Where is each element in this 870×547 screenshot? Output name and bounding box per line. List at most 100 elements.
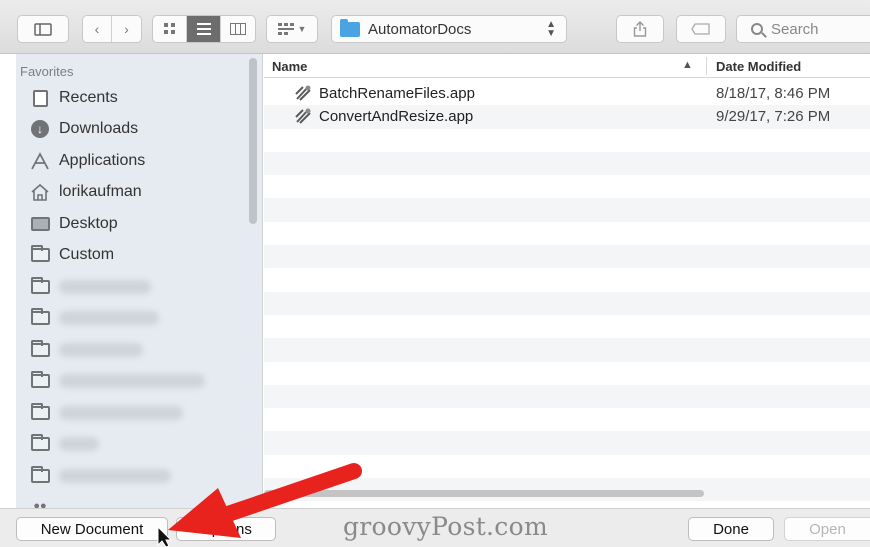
- arrange-icon: [277, 23, 294, 35]
- empty-row: [264, 245, 870, 269]
- file-name: BatchRenameFiles.app: [319, 85, 475, 102]
- empty-row: [264, 338, 870, 362]
- network-icon: ●●: [33, 500, 47, 508]
- folder-icon: [30, 277, 50, 296]
- tag-button[interactable]: [676, 15, 726, 43]
- redacted-label: [59, 343, 143, 357]
- automator-app-icon: [294, 107, 314, 125]
- sidebar-icon: [34, 22, 52, 36]
- chevron-right-icon: ›: [124, 21, 129, 37]
- list-header: Name ▲ Date Modified: [264, 54, 870, 78]
- automator-app-icon: [294, 84, 314, 102]
- empty-row: [264, 501, 870, 508]
- column-divider[interactable]: [706, 57, 707, 75]
- empty-row: [264, 455, 870, 478]
- sidebar-item-label: lorikaufman: [59, 183, 142, 200]
- list-view-button[interactable]: [187, 16, 221, 42]
- sidebar: Favorites Recents ↓ Downloads Applicatio…: [16, 54, 263, 508]
- sidebar-item-label: Downloads: [59, 120, 139, 137]
- file-date: 8/18/17, 8:46 PM: [716, 85, 831, 102]
- sidebar-item-label: Applications: [59, 152, 146, 169]
- file-rows: BatchRenameFiles.app 8/18/17, 8:46 PM Co…: [264, 82, 870, 508]
- folder-icon: [30, 371, 50, 390]
- back-button[interactable]: ‹: [83, 16, 113, 42]
- sidebar-item-applications[interactable]: Applications: [30, 149, 145, 173]
- empty-row: [264, 408, 870, 431]
- watermark: groovyPost.com: [343, 512, 548, 541]
- folder-icon: [340, 18, 360, 37]
- table-row[interactable]: BatchRenameFiles.app 8/18/17, 8:46 PM: [264, 82, 870, 105]
- sidebar-item-redacted[interactable]: [30, 369, 205, 393]
- applications-icon: [30, 152, 50, 170]
- sidebar-item-custom[interactable]: Custom: [30, 243, 114, 267]
- open-button[interactable]: Open: [784, 517, 870, 541]
- arrange-button[interactable]: ▼: [266, 15, 318, 43]
- file-date: 9/29/17, 7:26 PM: [716, 108, 831, 126]
- empty-row: [264, 362, 870, 385]
- share-icon: [633, 21, 647, 37]
- sidebar-item-home[interactable]: lorikaufman: [30, 180, 142, 204]
- horizontal-scrollbar[interactable]: [264, 490, 704, 497]
- sidebar-item-partial[interactable]: ●●: [30, 494, 59, 508]
- icon-view-button[interactable]: [153, 16, 187, 42]
- icon-view-icon: [163, 23, 175, 34]
- bottom-bar: New Document Options groovyPost.com Done…: [0, 508, 870, 547]
- sort-ascending-icon[interactable]: ▲: [682, 59, 693, 71]
- back-forward-group: ‹ ›: [82, 15, 142, 43]
- sidebar-item-label: Desktop: [59, 215, 118, 232]
- sidebar-item-redacted[interactable]: [30, 338, 143, 362]
- empty-row: [264, 268, 870, 291]
- forward-button[interactable]: ›: [112, 16, 141, 42]
- empty-row: [264, 129, 870, 152]
- redacted-label: [59, 406, 183, 420]
- sidebar-item-redacted[interactable]: [30, 464, 171, 488]
- sidebar-scrollbar[interactable]: [249, 58, 257, 224]
- redacted-label: [59, 437, 99, 451]
- search-field[interactable]: Search: [736, 15, 870, 43]
- redacted-label: [59, 280, 151, 294]
- empty-row: [264, 151, 870, 176]
- chevron-down-icon: ▼: [297, 24, 307, 34]
- column-view-icon: [230, 23, 246, 35]
- sidebar-item-redacted[interactable]: [30, 432, 99, 456]
- search-icon: [751, 23, 763, 35]
- sidebar-section-title: Favorites: [20, 64, 74, 79]
- share-button[interactable]: [616, 15, 664, 43]
- options-button[interactable]: Options: [176, 517, 276, 541]
- sidebar-item-redacted[interactable]: [30, 401, 183, 425]
- file-name: ConvertAndResize.app: [319, 108, 474, 126]
- sidebar-item-redacted[interactable]: [30, 275, 151, 299]
- sidebar-item-downloads[interactable]: ↓ Downloads: [30, 117, 138, 141]
- empty-row: [264, 175, 870, 198]
- sidebar-item-desktop[interactable]: Desktop: [30, 212, 118, 236]
- folder-icon: [30, 403, 50, 422]
- sidebar-item-label: Recents: [59, 89, 118, 106]
- tag-icon: [691, 23, 710, 35]
- search-placeholder: Search: [771, 20, 819, 38]
- new-document-button[interactable]: New Document: [16, 517, 168, 541]
- empty-row: [264, 291, 870, 315]
- view-mode-group: [152, 15, 256, 43]
- column-header-name[interactable]: Name: [272, 59, 307, 74]
- redacted-label: [59, 311, 159, 325]
- empty-row: [264, 384, 870, 409]
- table-row[interactable]: ConvertAndResize.app 9/29/17, 7:26 PM: [264, 105, 870, 129]
- sidebar-item-redacted[interactable]: [30, 306, 159, 330]
- toolbar: ‹ › ▼ AutomatorDocs ▲ ▼ Search: [0, 0, 870, 54]
- empty-row: [264, 431, 870, 455]
- chevron-left-icon: ‹: [94, 21, 100, 37]
- sidebar-item-label: Custom: [59, 246, 115, 263]
- folder-icon: [30, 466, 50, 485]
- done-button[interactable]: Done: [688, 517, 774, 541]
- folder-icon: [30, 245, 50, 264]
- location-popup[interactable]: AutomatorDocs ▲ ▼: [331, 15, 567, 43]
- column-view-button[interactable]: [221, 16, 255, 42]
- sidebar-item-recents[interactable]: Recents: [30, 86, 118, 110]
- column-header-date-modified[interactable]: Date Modified: [716, 59, 801, 74]
- empty-row: [264, 315, 870, 338]
- sidebar-toggle-button[interactable]: [17, 15, 69, 43]
- empty-row: [264, 222, 870, 245]
- redacted-label: [59, 374, 205, 388]
- desktop-icon: [30, 215, 50, 233]
- list-view-icon: [196, 23, 211, 35]
